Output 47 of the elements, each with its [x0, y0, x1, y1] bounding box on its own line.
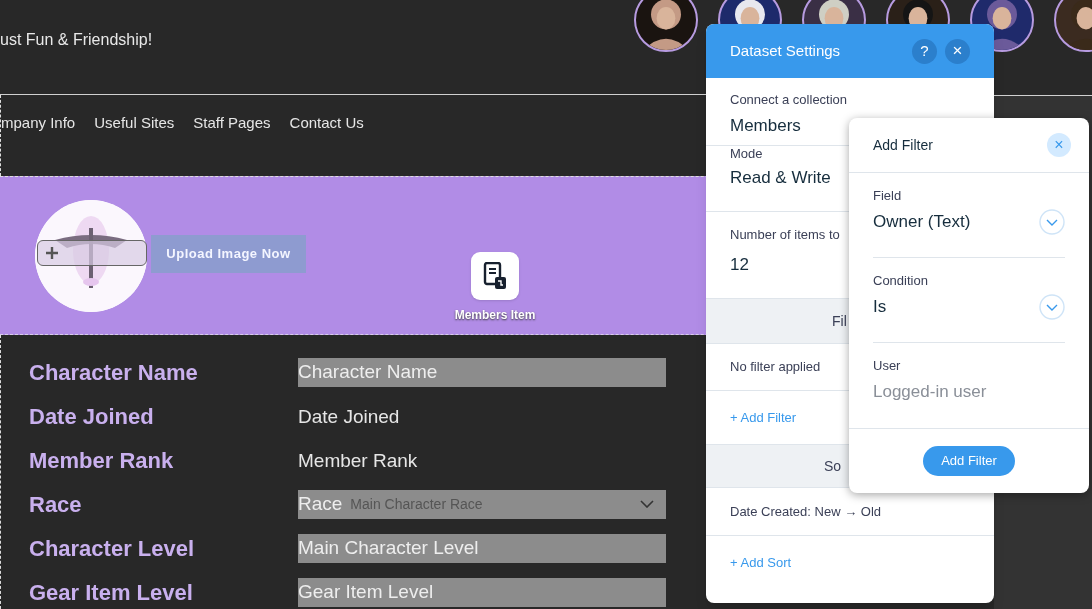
nav-link[interactable]: Contact Us	[289, 112, 364, 135]
chevron-down-icon	[640, 500, 654, 508]
add-filter-button[interactable]: Add Filter	[923, 446, 1015, 476]
section-header: Fil	[832, 311, 847, 331]
dropdown-value[interactable]: Owner (Text)	[873, 209, 971, 235]
field-label: Field	[873, 188, 903, 203]
field-value: 12	[730, 254, 750, 276]
field-value: Read & Write	[730, 167, 832, 189]
plus-icon	[46, 247, 58, 259]
field-value: Member Rank	[298, 448, 418, 473]
field-label: Condition	[873, 273, 929, 288]
input-field[interactable]: Main Character Level	[298, 533, 666, 563]
field-label: Connect a collection	[730, 92, 849, 107]
field-label: Number of items to	[730, 227, 841, 242]
nav-link[interactable]: Staff Pages	[193, 112, 271, 135]
input-field[interactable]: Logged-in user	[873, 379, 1065, 405]
dataset-button[interactable]	[471, 252, 519, 300]
panel-title: Dataset Settings	[730, 40, 841, 61]
input-field[interactable]: Character Name	[298, 357, 666, 387]
field-value: Date Joined	[298, 404, 400, 429]
close-button[interactable]: ×	[1047, 133, 1071, 157]
dropdown-value[interactable]: Is	[873, 294, 887, 320]
field-label: Character Level	[29, 534, 196, 563]
help-button[interactable]: ?	[912, 38, 937, 64]
field-label: Character Name	[29, 358, 199, 387]
field-label: User	[873, 358, 902, 373]
field-label: Race	[29, 490, 83, 519]
dataset-label: Members Item	[454, 307, 536, 324]
add-filter-link[interactable]: + Add Filter	[730, 407, 797, 428]
select-button[interactable]	[37, 240, 147, 266]
add-sort-link[interactable]: + Add Sort	[730, 553, 792, 573]
field-label: Mode	[730, 146, 764, 161]
filter-status: No filter applied	[730, 358, 821, 377]
field-label: Gear Item Level	[29, 578, 194, 607]
nav-link[interactable]: mpany Info	[1, 112, 76, 135]
site-tagline: ust Fun & Friendship!	[0, 30, 153, 50]
close-button[interactable]: ×	[945, 38, 970, 64]
panel-title: Add Filter	[873, 135, 933, 155]
sort-entry: Date Created: New → Old	[730, 502, 881, 521]
document-link-icon	[483, 262, 507, 290]
upload-image-button[interactable]: Upload Image Now	[151, 235, 306, 273]
field-value: Members	[730, 115, 802, 137]
input-field[interactable]: Gear Item Level	[298, 577, 666, 607]
nav-link[interactable]: Useful Sites	[94, 112, 175, 135]
section-header: So	[824, 456, 842, 476]
field-label: Date Joined	[29, 402, 155, 431]
field-label: Member Rank	[29, 446, 175, 475]
